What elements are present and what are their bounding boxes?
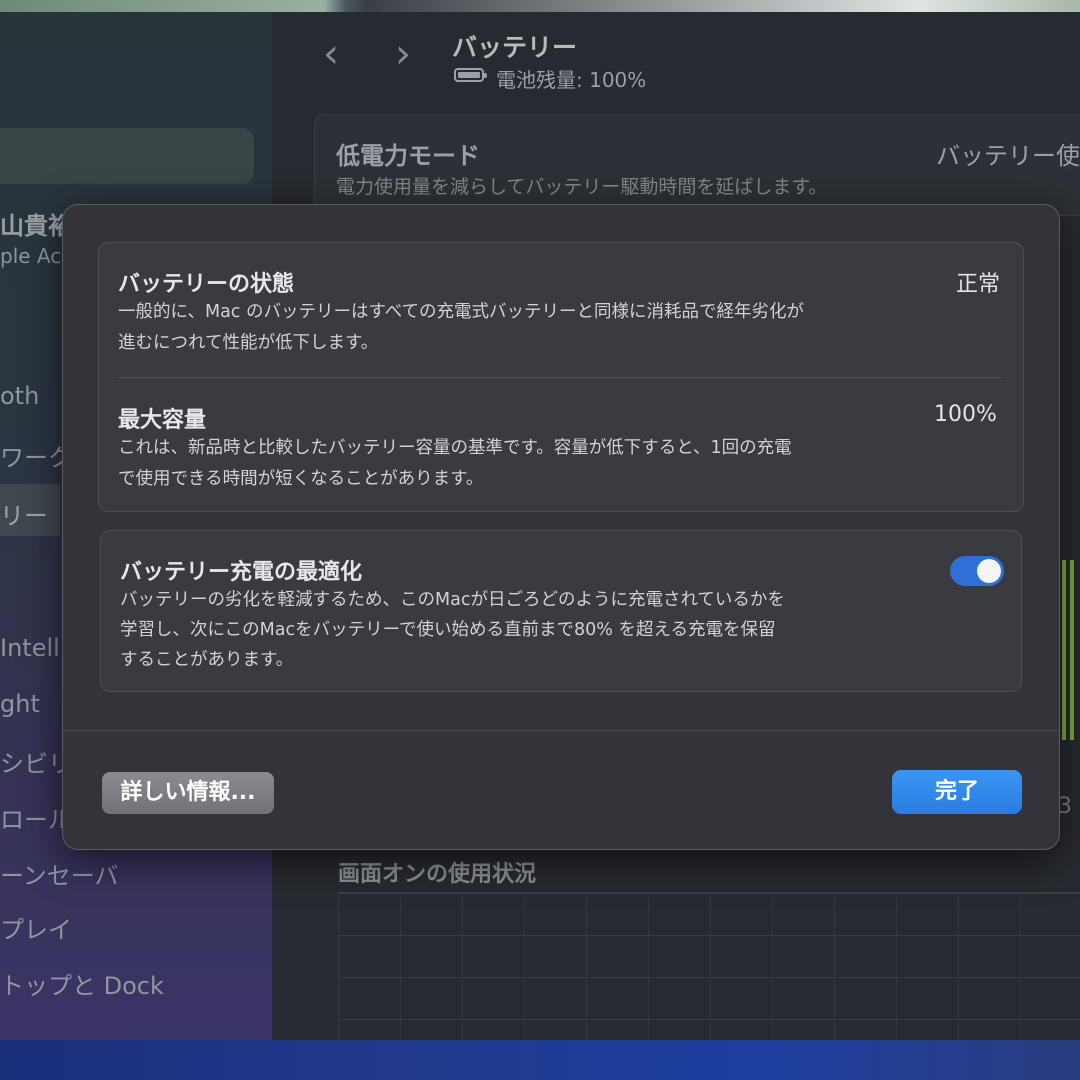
optimized-charging-description-line2: 学習し、次にこのMacをバッテリーで使い始める直前まで80% を超える充電を保留 [120, 620, 776, 640]
sidebar-item-apple-intelligence[interactable]: Intell [0, 634, 60, 662]
low-power-mode-select[interactable]: バッテリー使 [936, 136, 1080, 171]
back-arrow-icon[interactable]: ‹ [316, 34, 346, 74]
battery-level-text: 電池残量: 100% [496, 68, 647, 92]
sidebar-item-battery[interactable]: リー [0, 496, 48, 531]
usage-bar [1062, 560, 1066, 740]
max-capacity-value: 100% [934, 402, 997, 427]
low-power-mode-description: 電力使用量を減らしてバッテリー駆動時間を延ばします。 [336, 176, 828, 198]
sidebar-item-screen-saver[interactable]: ーンセーバ [0, 856, 119, 891]
top-background-strip [0, 0, 1080, 12]
done-button[interactable]: 完了 [892, 770, 1022, 814]
sidebar-item-bluetooth[interactable]: oth [0, 382, 39, 410]
low-power-mode-label: 低電力モード [336, 142, 480, 170]
usage-bar [1070, 560, 1074, 740]
battery-health-description-line1: 一般的に、Mac のバッテリーはすべての充電式バッテリーと同様に消耗品で経年劣化… [118, 302, 805, 322]
battery-health-description-line2: 進むにつれて性能が低下します。 [118, 333, 379, 353]
optimized-charging-title: バッテリー充電の最適化 [120, 560, 363, 585]
max-capacity-title: 最大容量 [118, 408, 207, 433]
max-capacity-description-line1: これは、新品時と比較したバッテリー容量の基準です。容量が低下すると、1回の充電 [118, 438, 792, 458]
battery-icon [454, 68, 487, 82]
sidebar-item-display[interactable]: プレイ [0, 910, 72, 945]
optimized-charging-toggle[interactable] [950, 556, 1004, 586]
dialog-divider [64, 730, 1058, 731]
account-subtitle-fragment: ple Ac [0, 244, 62, 268]
card-divider [118, 377, 1002, 378]
forward-arrow-icon[interactable]: › [388, 34, 418, 74]
screen: 山貴裕 ple Ac oth ワーク リー Intell ght シビリ ロール… [0, 0, 1080, 1080]
sidebar-item-spotlight[interactable]: ght [0, 690, 40, 718]
usage-chart-grid [338, 892, 1080, 1041]
chart-axis-number: 3 [1058, 794, 1072, 819]
sidebar-item-desktop-dock[interactable]: トップと Dock [0, 966, 164, 1001]
page-title: バッテリー [452, 33, 578, 62]
battery-health-value: 正常 [956, 272, 1001, 297]
more-info-button[interactable]: 詳しい情報... [102, 772, 274, 814]
optimized-charging-description-line3: することがあります。 [120, 650, 294, 670]
max-capacity-description-line2: で使用できる時間が短くなることがあります。 [118, 469, 484, 489]
toggle-knob [977, 559, 1001, 583]
dock-background-strip [0, 1040, 1080, 1080]
optimized-charging-description-line1: バッテリーの劣化を軽減するため、このMacが日ごろどのように充電されているかを [120, 590, 785, 610]
battery-health-title: バッテリーの状態 [118, 272, 295, 297]
screen-on-usage-title: 画面オンの使用状況 [338, 862, 537, 887]
sidebar-search-field[interactable] [0, 128, 254, 184]
